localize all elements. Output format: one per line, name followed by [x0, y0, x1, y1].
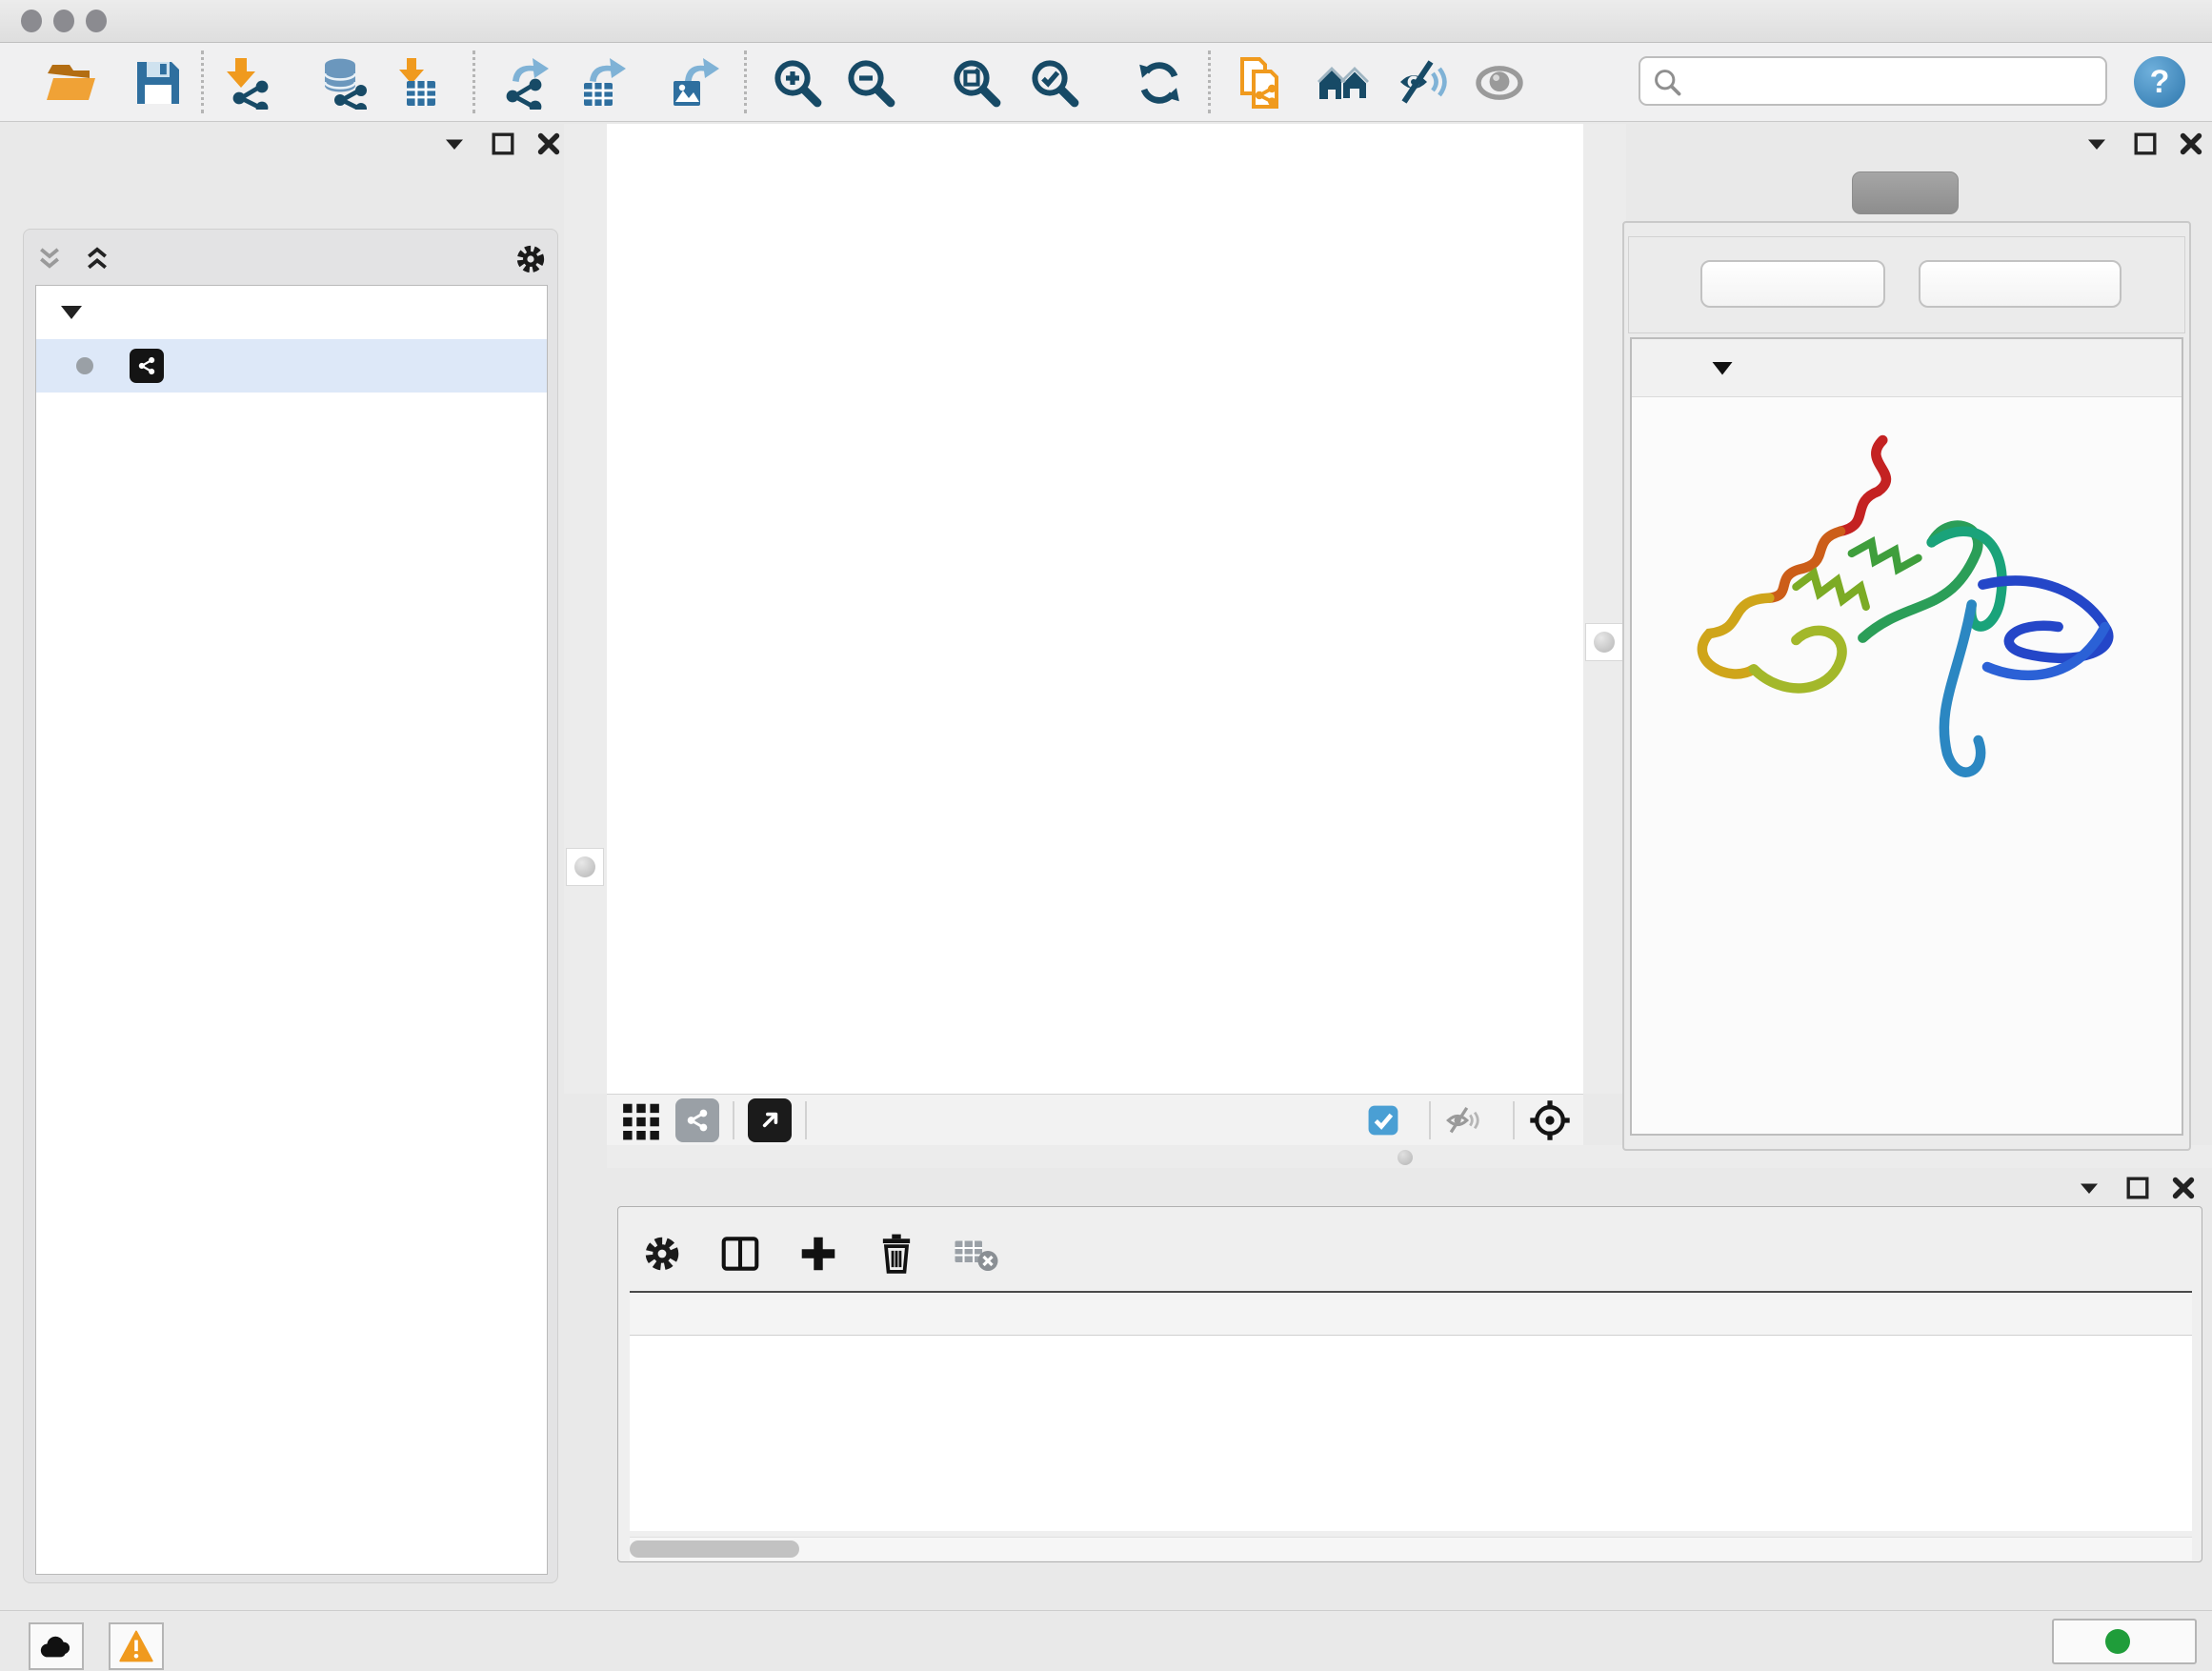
warning-status-button[interactable] — [109, 1622, 164, 1670]
search-icon — [1652, 67, 1682, 97]
fit-crosshair-icon[interactable] — [1528, 1098, 1572, 1142]
selected-checkbox-icon[interactable] — [1366, 1103, 1400, 1137]
control-panel — [11, 124, 564, 1587]
panel-float-icon[interactable] — [2132, 131, 2159, 157]
zoom-selected-icon[interactable] — [1027, 55, 1082, 111]
import-network-from-database-icon[interactable] — [318, 55, 373, 111]
table-hscrollbar-thumb[interactable] — [630, 1540, 799, 1558]
cloud-icon — [38, 1630, 74, 1662]
gene-section-header[interactable] — [1632, 339, 2182, 397]
panel-menu-icon[interactable] — [440, 130, 469, 158]
import-network-icon[interactable] — [219, 55, 274, 111]
refresh-icon[interactable] — [1132, 55, 1187, 111]
memory-status-dot-icon — [2105, 1629, 2130, 1654]
window-minimize-icon[interactable] — [53, 10, 74, 32]
birdseye-grid-icon[interactable] — [620, 1099, 662, 1141]
search-box — [1639, 56, 2107, 106]
status-bar — [0, 1610, 2212, 1671]
collection-expand-icon[interactable] — [61, 306, 82, 319]
open-in-window-icon[interactable] — [748, 1098, 792, 1142]
toolbar-separator — [201, 50, 204, 113]
app-window: ? — [0, 0, 2212, 1671]
export-network-icon[interactable] — [498, 55, 553, 111]
network-share-icon[interactable] — [675, 1098, 719, 1142]
panel-close-icon[interactable] — [2170, 1175, 2197, 1201]
delete-table-icon[interactable] — [954, 1235, 999, 1273]
table-panel — [617, 1168, 2204, 1601]
network-view-toolbar — [607, 1094, 1583, 1145]
node-table — [630, 1291, 2192, 1531]
window-close-icon[interactable] — [21, 10, 42, 32]
panel-float-icon[interactable] — [2124, 1175, 2151, 1201]
panel-close-icon[interactable] — [535, 131, 562, 157]
zoom-in-icon[interactable] — [770, 55, 825, 111]
open-session-icon[interactable] — [43, 55, 98, 111]
expand-all-icon[interactable] — [81, 244, 113, 274]
search-input[interactable] — [1639, 56, 2107, 106]
network-options-gear-icon[interactable] — [513, 242, 548, 276]
network-list — [35, 285, 548, 1575]
panel-close-icon[interactable] — [2178, 131, 2204, 157]
results-panel — [1622, 124, 2204, 1153]
add-column-icon[interactable] — [797, 1233, 839, 1275]
zoom-fit-icon[interactable] — [949, 55, 1004, 111]
panel-float-icon[interactable] — [490, 131, 516, 157]
hidden-eye-icon[interactable] — [1444, 1103, 1484, 1137]
network-canvas[interactable] — [607, 124, 1583, 1094]
panel-menu-icon[interactable] — [2075, 1174, 2103, 1202]
warning-icon — [119, 1630, 153, 1662]
export-image-icon[interactable] — [667, 55, 722, 111]
gene-section — [1630, 337, 2183, 1136]
title-bar — [0, 0, 2212, 43]
toolbar-separator — [1208, 50, 1211, 113]
collapse-all-button[interactable] — [1919, 260, 2122, 308]
hide-selected-icon[interactable] — [1395, 55, 1450, 111]
toolbar-separator — [473, 50, 475, 113]
collapse-all-icon[interactable] — [33, 244, 66, 274]
network-row[interactable] — [36, 339, 547, 393]
network-collection-row[interactable] — [36, 286, 547, 339]
memory-button[interactable] — [2052, 1619, 2197, 1664]
expand-all-button[interactable] — [1700, 260, 1885, 308]
tab-string[interactable] — [1852, 171, 1959, 214]
home-networks-icon[interactable] — [1316, 55, 1371, 111]
show-eye-icon[interactable] — [1472, 55, 1527, 111]
network-tab-content — [23, 229, 558, 1583]
save-session-icon[interactable] — [131, 55, 186, 111]
section-collapse-icon[interactable] — [1708, 353, 1737, 382]
main-toolbar: ? — [0, 43, 2212, 122]
export-table-icon[interactable] — [575, 55, 631, 111]
panel-menu-icon[interactable] — [2082, 130, 2111, 158]
network-type-icon — [130, 349, 164, 383]
toolbar-separator — [744, 50, 747, 113]
import-table-icon[interactable] — [389, 55, 444, 111]
right-splitter[interactable] — [1583, 124, 1626, 1094]
table-options-gear-icon[interactable] — [641, 1233, 683, 1275]
delete-column-icon[interactable] — [875, 1233, 917, 1275]
table-hscrollbar[interactable] — [630, 1537, 2192, 1560]
right-splitter-handle[interactable] — [1585, 623, 1623, 661]
zoom-out-icon[interactable] — [843, 55, 898, 111]
current-network-dot-icon — [76, 357, 93, 374]
left-splitter-handle[interactable] — [566, 848, 604, 886]
show-columns-icon[interactable] — [719, 1233, 761, 1275]
clone-network-icon[interactable] — [1234, 55, 1289, 111]
string-results-box — [1622, 221, 2191, 1151]
horizontal-splitter-handle[interactable] — [1398, 1150, 1413, 1165]
left-splitter[interactable] — [564, 124, 607, 1094]
help-button[interactable]: ? — [2134, 56, 2185, 108]
cloud-status-button[interactable] — [29, 1622, 84, 1670]
table-header-row — [630, 1293, 2192, 1336]
window-zoom-icon[interactable] — [86, 10, 107, 32]
protein-structure-image — [1683, 420, 2131, 820]
gene-description — [1632, 397, 2182, 413]
